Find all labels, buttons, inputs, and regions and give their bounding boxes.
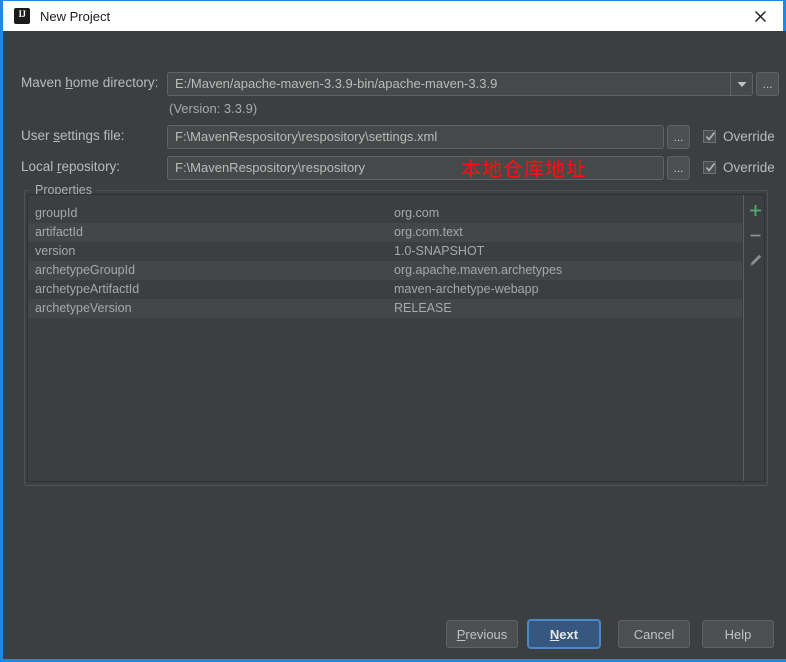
property-value: RELEASE [394,301,452,315]
minus-icon [750,234,760,236]
user-settings-label: User settings file: [21,128,125,143]
property-value: 1.0-SNAPSHOT [394,244,485,258]
next-button[interactable]: Next [528,620,600,648]
check-icon [705,163,716,172]
local-repository-input[interactable]: F:\MavenRespository\respository [167,156,664,180]
properties-panel: groupId org.com artifactId org.com.text vers… [27,194,765,482]
property-key: archetypeArtifactId [35,282,140,296]
property-key: archetypeGroupId [35,263,136,277]
table-row[interactable]: archetypeArtifactId maven-archetype-webap… [28,280,742,299]
table-row[interactable]: archetypeVersion RELEASE [28,299,742,318]
maven-home-value: E:/Maven/apache-maven-3.3.9-bin/apache-m… [175,76,498,91]
property-value: org.apache.maven.archetypes [394,263,563,277]
intellij-idea-icon: IJ [14,8,30,24]
user-settings-browse-button[interactable]: ... [667,125,690,149]
maven-version-note: (Version: 3.3.9) [169,101,258,116]
property-value: org.com.text [394,225,463,239]
checkbox-box [703,161,716,174]
close-icon [755,10,766,22]
cancel-button-label: Cancel [633,626,675,642]
pencil-icon [749,254,761,266]
properties-table[interactable]: groupId org.com artifactId org.com.text vers… [28,195,742,481]
cancel-button[interactable]: Cancel [618,620,690,648]
property-key: groupId [35,206,78,220]
local-repository-override-checkbox[interactable]: Override [703,160,775,175]
previous-button-label: Previous [456,626,508,642]
property-key: version [35,244,76,258]
title-bar: IJ New Project [3,0,783,31]
maven-home-browse-button[interactable]: ... [756,72,779,96]
maven-home-browse-label: ... [762,77,773,91]
dialog-body: Maven home directory: E:/Maven/apache-ma… [6,31,786,659]
maven-home-combo-input[interactable]: E:/Maven/apache-maven-3.3.9-bin/apache-m… [167,72,753,96]
chevron-down-icon [737,81,746,87]
check-icon [705,132,716,141]
local-repository-browse-label: ... [673,161,684,175]
edit-property-button[interactable] [744,249,764,271]
table-row[interactable]: archetypeGroupId org.apache.maven.archety… [28,261,742,280]
property-key: artifactId [35,225,83,239]
properties-toolbar [743,195,764,481]
next-button-label: Next [549,626,579,642]
help-button[interactable]: Help [702,620,774,648]
new-project-dialog: IJ New Project Maven home directory: E:/… [0,0,786,662]
window-title: New Project [40,8,111,24]
table-row[interactable]: version 1.0-SNAPSHOT [28,242,742,261]
checkbox-box [703,130,716,143]
property-key: archetypeVersion [35,301,132,315]
table-row[interactable]: groupId org.com [28,204,742,223]
local-repository-override-label: Override [723,160,775,175]
user-settings-override-label: Override [723,129,775,144]
user-settings-override-checkbox[interactable]: Override [703,129,775,144]
table-row[interactable]: artifactId org.com.text [28,223,742,242]
plus-icon [749,204,761,216]
user-settings-browse-label: ... [673,130,684,144]
user-settings-value: F:\MavenRespository\respository\settings… [175,129,438,144]
local-repository-browse-button[interactable]: ... [667,156,690,180]
previous-button[interactable]: Previous [446,620,518,648]
help-button-label: Help [724,626,752,642]
property-value: org.com [394,206,440,220]
remove-property-button[interactable] [744,224,764,246]
maven-home-dropdown-button[interactable] [730,73,752,95]
maven-home-label: Maven home directory: [21,75,159,90]
property-value: maven-archetype-webapp [394,282,539,296]
local-repository-label: Local repository: [21,159,121,174]
local-repository-value: F:\MavenRespository\respository [175,160,366,175]
red-annotation-text: 本地仓库地址 [461,157,587,181]
user-settings-input[interactable]: F:\MavenRespository\respository\settings… [167,125,664,149]
add-property-button[interactable] [744,199,764,221]
close-button[interactable] [738,1,783,31]
